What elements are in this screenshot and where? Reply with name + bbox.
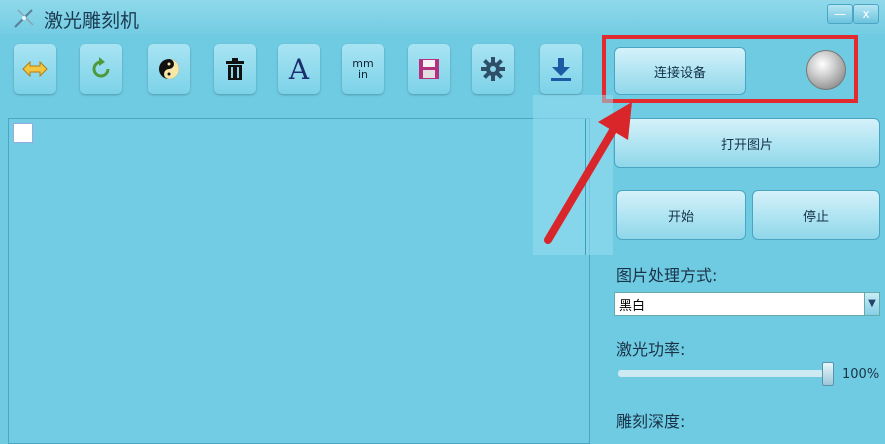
- save-button[interactable]: [408, 44, 450, 94]
- mirror-button[interactable]: [14, 44, 56, 94]
- canvas-area[interactable]: [8, 118, 590, 444]
- rotate-button[interactable]: [80, 44, 122, 94]
- mirror-icon: [22, 60, 48, 78]
- canvas-origin-marker: [13, 123, 33, 143]
- delete-icon: [226, 58, 244, 80]
- laser-power-slider[interactable]: [618, 362, 834, 386]
- window-title: 激光雕刻机: [44, 10, 140, 32]
- annotation-arrow: [544, 102, 632, 244]
- processing-mode-label: 图片处理方式:: [616, 266, 718, 285]
- engrave-depth-label: 雕刻深度:: [616, 412, 686, 431]
- delete-button[interactable]: [214, 44, 256, 94]
- open-image-button[interactable]: 打开图片: [614, 118, 880, 168]
- save-icon: [419, 59, 439, 79]
- laser-power-label: 激光功率:: [616, 340, 686, 359]
- laser-power-fill: [618, 370, 828, 377]
- laser-power-thumb[interactable]: [822, 362, 834, 386]
- title-bar: 激光雕刻机 — x: [0, 0, 885, 34]
- close-button[interactable]: x: [853, 4, 879, 24]
- processing-mode-value: 黑白: [619, 299, 646, 314]
- chevron-down-icon[interactable]: ▼: [864, 293, 879, 315]
- download-button[interactable]: [540, 44, 582, 94]
- processing-mode-select[interactable]: 黑白 ▼: [614, 292, 880, 316]
- unit-button[interactable]: mm in: [342, 44, 384, 94]
- unit-icon: mm in: [352, 58, 373, 80]
- settings-button[interactable]: [472, 44, 514, 94]
- text-icon: A: [288, 52, 310, 86]
- unit-bottom-label: in: [357, 68, 369, 81]
- laser-app-icon: [14, 9, 34, 28]
- stop-button[interactable]: 停止: [752, 190, 880, 240]
- invert-button[interactable]: [148, 44, 190, 94]
- text-button[interactable]: A: [278, 44, 320, 94]
- yin-yang-icon: [159, 59, 179, 79]
- rotate-icon: [92, 57, 110, 78]
- minimize-button[interactable]: —: [827, 4, 853, 24]
- laser-power-value: 100%: [842, 367, 880, 382]
- highlight-box: [602, 35, 858, 103]
- download-icon: [551, 58, 571, 81]
- settings-icon: [481, 57, 505, 81]
